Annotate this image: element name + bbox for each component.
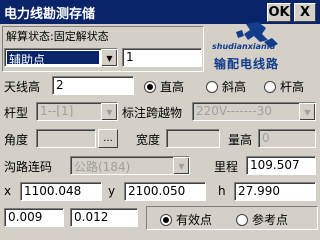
measure-height-input[interactable]: 0	[258, 129, 316, 148]
mileage-input[interactable]: 109.507	[246, 156, 316, 175]
watermark-logo-name: 输配电线路	[214, 57, 280, 71]
mileage-label: 里程	[214, 160, 239, 174]
chevron-down-icon[interactable]: ▼	[101, 103, 117, 120]
point-type-select[interactable]: 辅助点 ▼	[4, 48, 118, 67]
chevron-down-icon[interactable]: ▼	[299, 103, 315, 120]
radio-unselected-icon	[264, 80, 276, 93]
y-coord-input[interactable]: 2100.050	[124, 182, 206, 201]
watermark-logo-url: shudianxianlu	[212, 42, 276, 51]
radio-slant-height[interactable]: 斜高	[206, 78, 246, 95]
pole-type-select[interactable]: 1--[1] ▼	[36, 102, 118, 121]
radio-valid-point-label: 有效点	[176, 213, 213, 227]
radio-unselected-icon	[206, 80, 218, 93]
ditch-road-value: 公路(184)	[74, 160, 131, 174]
window-title: 电力线勘测存储	[4, 7, 96, 22]
crossing-select[interactable]: 220V-------30 ▼	[192, 102, 316, 121]
x-coord-label: x	[4, 184, 12, 198]
radio-valid-point[interactable]: 有效点	[160, 211, 212, 228]
pole-type-value: 1--[1]	[40, 104, 74, 118]
radio-selected-icon	[160, 213, 172, 226]
point-type-value: 辅助点	[7, 51, 99, 64]
solution-status-label: 解算状态:固定解状态	[6, 30, 109, 43]
h-coord-label: h	[218, 184, 226, 198]
radio-reference-point-label: 参考点	[252, 213, 289, 227]
crossing-label: 标注跨越物	[122, 106, 183, 120]
radio-reference-point[interactable]: 参考点	[236, 211, 288, 228]
angle-label: 角度	[4, 133, 29, 147]
radio-pole-height-label: 杆高	[280, 80, 305, 94]
radio-selected-icon	[144, 80, 156, 93]
chevron-down-icon[interactable]: ▼	[173, 157, 189, 174]
measure-height-label: 量高	[228, 133, 253, 147]
angle-input[interactable]	[36, 129, 96, 148]
width-label: 宽度	[136, 133, 161, 147]
antenna-height-input[interactable]: 2	[52, 76, 134, 95]
radio-unselected-icon	[236, 213, 248, 226]
radio-slant-height-label: 斜高	[222, 80, 247, 94]
precision-vertical-field: 0.012	[70, 208, 138, 227]
ditch-road-select[interactable]: 公路(184) ▼	[70, 156, 190, 175]
width-input[interactable]	[166, 129, 220, 148]
radio-vertical-height-label: 直高	[160, 80, 185, 94]
radio-pole-height[interactable]: 杆高	[264, 78, 304, 95]
crossing-value: 220V-------30	[196, 104, 272, 118]
antenna-height-label: 天线高	[4, 80, 41, 94]
chevron-down-icon[interactable]: ▼	[101, 49, 117, 66]
ditch-road-label: 沟路连码	[4, 160, 53, 174]
radio-vertical-height[interactable]: 直高	[144, 78, 184, 95]
browse-button[interactable]: ...	[98, 129, 118, 148]
x-coord-input[interactable]: 1100.048	[20, 182, 102, 201]
point-number-input[interactable]: 1	[122, 48, 202, 67]
precision-horizontal-field: 0.009	[4, 208, 64, 227]
h-coord-input[interactable]: 27.990	[234, 182, 316, 201]
y-coord-label: y	[108, 184, 116, 198]
pole-type-label: 杆型	[4, 106, 29, 120]
